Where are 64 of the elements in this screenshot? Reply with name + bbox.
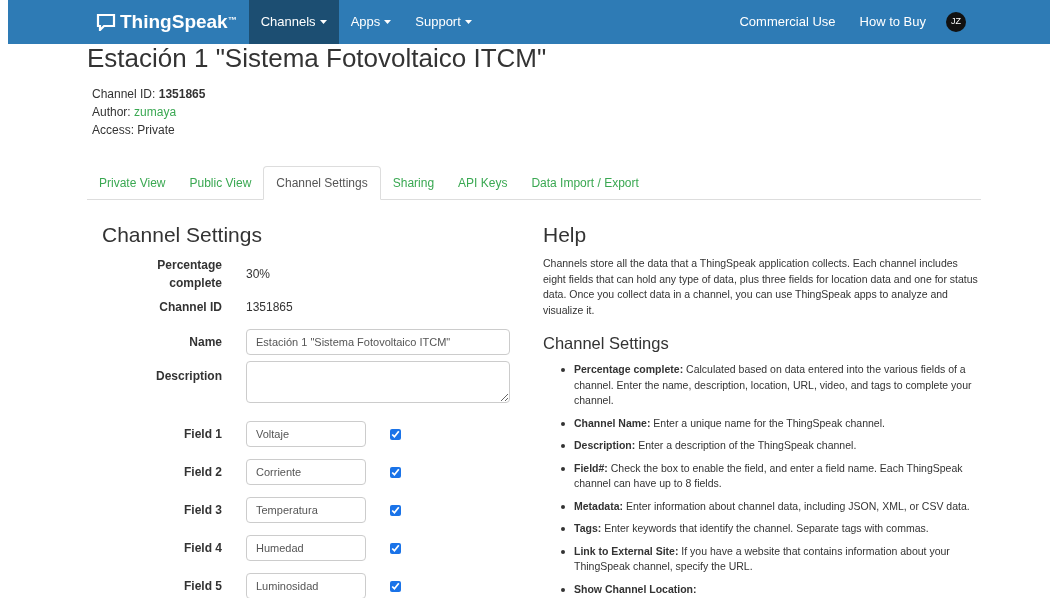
caret-icon (319, 20, 327, 24)
row-label: Description (155, 368, 222, 385)
row-value: 30% (246, 265, 271, 283)
channel-title: Estación 1 "Sistema Fotovoltaico ITCM" (87, 43, 548, 73)
settings-heading: Channel Settings (102, 222, 263, 248)
field-input[interactable]: Luminosidad (246, 573, 366, 598)
chat-bubble-icon (96, 13, 116, 31)
logo[interactable]: ThingSpeak$^{™}$ (96, 7, 237, 37)
help-heading: Help (543, 222, 588, 248)
tab[interactable]: Channel Settings (263, 166, 381, 200)
field-checkbox[interactable] (390, 542, 401, 554)
help-item: Link to External Site: If you have a website that contains information about your ThingSpeak channel, specify the URL. (574, 543, 951, 574)
help-item: Percentage complete: Calculated based on data entered into the various fields of a channel. Enter the name, description, location, URL, video, and tags to complete your channel. (574, 362, 973, 408)
field-input[interactable]: Humedad (246, 535, 366, 561)
row-label: Name (188, 334, 222, 351)
help-intro: Channels store all the data that a ThingSpeak application collects. Each channel includes eight fields that can hold any type of data, plus three fields for location data and one for status data. Once you collect data in a channel, you can use ThingSpeak apps to analyze and visualize it. (543, 256, 979, 318)
row-label: Field 5 (183, 578, 222, 595)
help-item: Field#: Check the box to enable the field, and enter a field name. Each ThingSpeak channel can have up to 8 fields. (574, 460, 964, 491)
field-checkbox[interactable] (390, 504, 401, 516)
help-item: Metadata: Enter information about channel data, including JSON, XML, or CSV data. (574, 498, 970, 514)
channel-meta: Author: zumaya (92, 104, 178, 121)
name-input[interactable]: Estación 1 "Sistema Fotovoltaico ITCM" (246, 329, 510, 355)
nav-menu[interactable]: Channels (248, 0, 339, 44)
tab[interactable]: Data Import / Export (519, 166, 651, 200)
field-input[interactable]: Temperatura (246, 497, 366, 523)
caret-icon (464, 20, 472, 24)
field-checkbox[interactable] (390, 580, 401, 592)
row-label: Field 1 (183, 426, 222, 443)
row-label: Field 3 (183, 502, 222, 519)
row-label: Percentage complete (156, 256, 222, 292)
logo-text: ThingSpeak$^{™}$ (120, 9, 237, 34)
help-item: Show Channel Location: (574, 581, 697, 597)
row-label: Channel ID (158, 298, 222, 316)
channel-meta: Channel ID: 1351865 (92, 86, 207, 103)
row-label: Field 2 (183, 464, 222, 481)
tab[interactable]: Public View (177, 166, 264, 200)
row-label: Field 4 (183, 540, 222, 557)
tab[interactable]: API Keys (446, 166, 520, 200)
bullet-icon (561, 587, 565, 592)
field-checkbox[interactable] (390, 466, 401, 478)
row-value: 1351865 (246, 298, 293, 316)
bullet-icon (561, 368, 565, 372)
help-item: Description: Enter a description of the ThingSpeak channel. (574, 438, 857, 453)
field-input[interactable]: Voltaje (246, 421, 366, 447)
tab[interactable]: Sharing (380, 166, 447, 200)
tab[interactable]: Private View (87, 166, 178, 200)
nav-link[interactable]: How to Buy (847, 12, 938, 32)
field-checkbox[interactable] (390, 428, 401, 440)
bullet-icon (561, 527, 565, 531)
bullet-icon (561, 549, 565, 554)
field-input[interactable]: Corriente (246, 459, 366, 485)
caret-icon (384, 20, 392, 24)
bullet-icon (561, 466, 565, 471)
nav-menu[interactable]: Support (403, 0, 484, 44)
help-subheading: Channel Settings (543, 333, 670, 354)
bullet-icon (561, 504, 565, 509)
bullet-icon (561, 444, 565, 448)
nav-menu[interactable]: Apps (338, 0, 404, 44)
avatar[interactable]: JZ (946, 12, 966, 32)
help-item: Channel Name: Enter a unique name for the ThingSpeak channel. (574, 415, 885, 431)
channel-meta: Access: Private (92, 122, 176, 139)
nav-link[interactable]: Commercial Use (727, 12, 848, 32)
bullet-icon (561, 421, 565, 426)
help-item: Tags: Enter keywords that identify the channel. Separate tags with commas. (574, 521, 929, 536)
